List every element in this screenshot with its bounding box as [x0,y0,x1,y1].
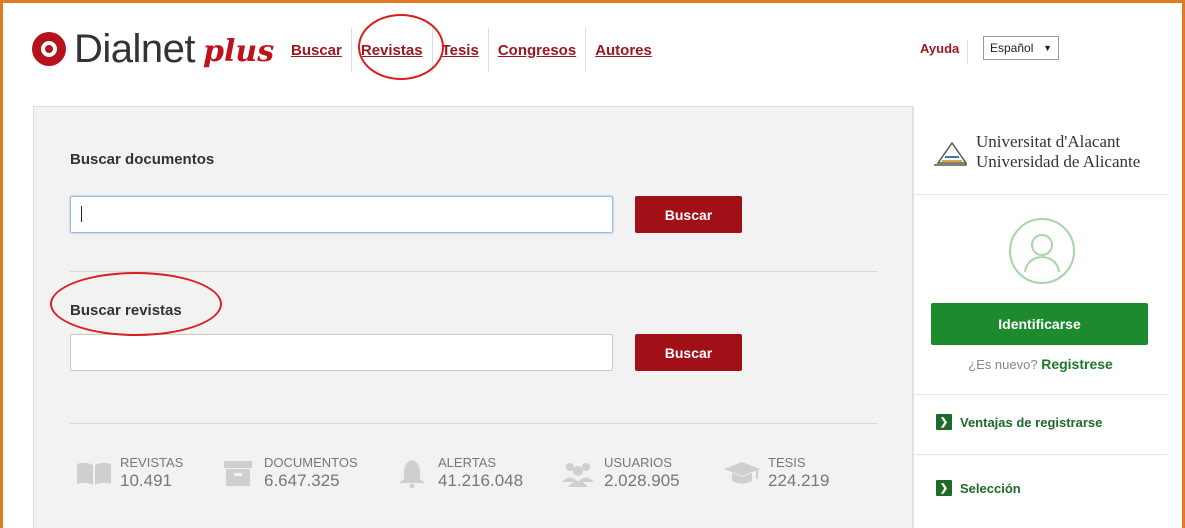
sidebar: Universitat d'Alacant Universidad de Ali… [913,106,1167,528]
chevron-right-icon: ❯ [936,480,952,496]
university-name-es: Universidad de Alicante [976,152,1141,171]
stat-label: USUARIOS [604,455,672,470]
stat-label: DOCUMENTOS [264,455,358,470]
nav-tesis[interactable]: Tesis [433,28,489,72]
search-journals-title: Buscar revistas [70,302,182,319]
sidebar-link-ventajas[interactable]: ❯ Ventajas de registrarse [936,414,1102,430]
stat-value: 224.219 [768,471,830,490]
language-select-value: Español [990,41,1034,55]
stat-alertas[interactable]: ALERTAS 41.216.048 [392,455,523,491]
university-emblem-icon [932,137,968,167]
text-caret [81,206,82,223]
sidebar-link-seleccion[interactable]: ❯ Selección [936,480,1021,496]
university-name-ca: Universitat d'Alacant [976,132,1121,151]
stat-revistas[interactable]: REVISTAS 10.491 [74,455,183,491]
login-button[interactable]: Identificarse [931,303,1148,345]
sidebar-divider [914,394,1167,395]
chevron-right-icon: ❯ [936,414,952,430]
stat-value: 6.647.325 [264,471,340,490]
search-docs-button[interactable]: Buscar [635,196,742,233]
user-avatar-icon [1009,218,1075,284]
nav-congresos[interactable]: Congresos [489,28,587,72]
stats-bar: REVISTAS 10.491 DOCUMENTOS 6.647.325 ALE… [74,455,874,505]
university-logo[interactable]: Universitat d'Alacant Universidad de Ali… [932,132,1140,172]
new-user-question: ¿Es nuevo? [968,357,1038,372]
nav-revistas[interactable]: Revistas [352,28,433,72]
search-journals-input[interactable] [70,334,613,371]
search-docs-input[interactable] [70,196,613,233]
brand-name: Dialnet [74,26,196,71]
graduation-cap-icon [722,458,762,488]
users-icon [558,458,598,488]
stats-divider [70,423,878,424]
stat-value: 10.491 [120,471,172,490]
sidebar-link-label: Ventajas de registrarse [960,414,1103,430]
nav-buscar[interactable]: Buscar [282,28,352,72]
sidebar-divider [914,194,1167,195]
stat-value: 41.216.048 [438,471,524,490]
stat-tesis[interactable]: TESIS 224.219 [722,455,829,491]
dropdown-arrow-icon: ▼ [1043,43,1052,53]
dialnet-logo[interactable]: Dialnet plus [32,26,274,72]
archive-box-icon [218,458,258,488]
stat-usuarios[interactable]: USUARIOS 2.028.905 [558,455,680,491]
register-prompt: ¿Es nuevo? Registrese [914,356,1167,372]
nav-autores[interactable]: Autores [586,28,661,72]
language-select[interactable]: Español ▼ [983,36,1059,60]
bell-icon [392,458,432,489]
help-link[interactable]: Ayuda [920,40,969,64]
search-docs-title: Buscar documentos [70,151,215,168]
stat-documentos[interactable]: DOCUMENTOS 6.647.325 [218,455,358,491]
brand-suffix: plus [203,33,275,69]
stat-value: 2.028.905 [604,471,680,490]
section-divider [70,271,878,272]
stat-label: ALERTAS [438,455,497,470]
main-nav: Buscar Revistas Tesis Congresos Autores [282,28,661,72]
book-icon [74,458,114,488]
register-link[interactable]: Registrese [1041,356,1113,372]
dialnet-logo-mark [32,32,66,66]
sidebar-divider [914,454,1167,455]
search-journals-button[interactable]: Buscar [635,334,742,371]
search-panel: Buscar documentos Buscar Buscar revistas… [33,106,913,528]
stat-label: TESIS [768,455,806,470]
stat-label: REVISTAS [120,455,184,470]
sidebar-link-label: Selección [960,480,1021,496]
